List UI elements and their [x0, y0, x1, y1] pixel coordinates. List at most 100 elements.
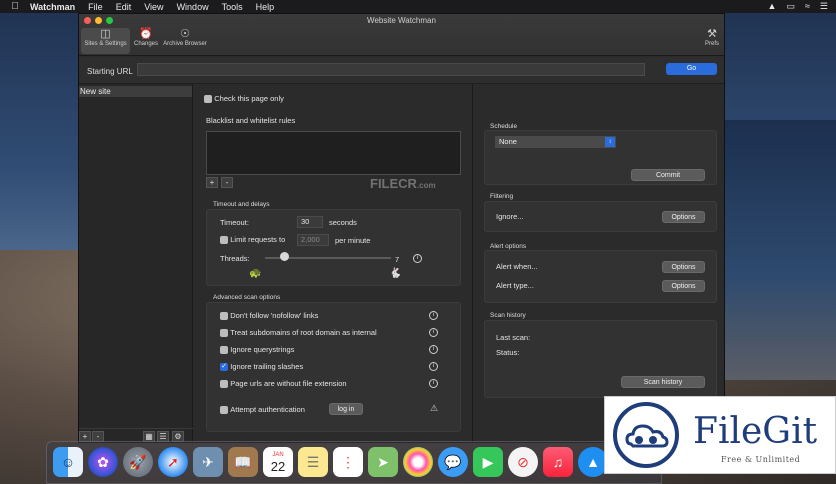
menu-tools[interactable]: Tools: [222, 2, 243, 12]
attempt-auth-row[interactable]: Attempt authentication: [220, 405, 305, 414]
rabbit-icon: 🐇: [389, 268, 402, 279]
menu-window[interactable]: Window: [177, 2, 209, 12]
toolbar-prefs[interactable]: ⚒ Prefs: [702, 28, 722, 54]
display-icon[interactable]: ▭: [786, 1, 795, 12]
option-info-icon[interactable]: i: [429, 311, 438, 320]
menu-file[interactable]: File: [88, 2, 103, 12]
advanced-group-title: Advanced scan options: [213, 294, 281, 301]
option-label: Ignore trailing slashes: [230, 362, 304, 371]
contacts-icon[interactable]: 📖: [228, 447, 258, 477]
maps-icon[interactable]: ➤: [368, 447, 398, 477]
title-bar: Website Watchman ◫ Sites & Settings ⏰ Ch…: [79, 14, 724, 56]
filtering-title: Filtering: [490, 193, 514, 200]
attempt-auth-label: Attempt authentication: [230, 405, 305, 414]
add-rule-button[interactable]: +: [206, 177, 218, 188]
schedule-select[interactable]: None ↕: [495, 136, 616, 148]
option-info-icon[interactable]: i: [429, 328, 438, 337]
option-label: Ignore querystrings: [230, 345, 295, 354]
limit-requests-label: Limit requests to: [230, 235, 286, 244]
site-list-sidebar: New site + - ▦ ☰ ⚙: [79, 84, 193, 442]
notes-icon[interactable]: ☰: [298, 447, 328, 477]
list-menu-icon[interactable]: ☰: [820, 1, 828, 12]
option-checkbox[interactable]: [220, 345, 228, 354]
alert-when-label: Alert when...: [496, 262, 538, 271]
option-checkbox[interactable]: [220, 311, 228, 320]
option-row[interactable]: Don't follow 'nofollow' links: [220, 311, 318, 320]
limit-requests-checkbox[interactable]: [220, 235, 228, 244]
toolbar-sites-settings-label: Sites & Settings: [84, 41, 127, 47]
check-page-only-label: Check this page only: [214, 94, 284, 103]
messages-icon[interactable]: 💬: [438, 447, 468, 477]
menu-app-name[interactable]: Watchman: [30, 2, 75, 12]
limit-requests-input[interactable]: 2,000: [297, 234, 329, 246]
calendar-icon[interactable]: JAN 22: [263, 447, 293, 477]
reminders-icon[interactable]: ⋮: [333, 447, 363, 477]
option-checkbox[interactable]: [220, 379, 228, 388]
siri-icon[interactable]: ✿: [88, 447, 118, 477]
music-icon[interactable]: ♫: [543, 447, 573, 477]
apple-menu-icon[interactable]: : [0, 1, 30, 12]
check-page-only-checkbox[interactable]: [204, 94, 212, 103]
threads-info-icon[interactable]: i: [413, 254, 422, 263]
scan-history-group: Last scan: Status: Scan history: [484, 320, 717, 398]
option-row[interactable]: Page urls are without file extension: [220, 379, 347, 388]
toolbar-changes[interactable]: ⏰ Changes: [131, 28, 161, 54]
desktop-background-right: [720, 120, 836, 380]
facetime-icon[interactable]: ▶: [473, 447, 503, 477]
alert-type-options-button[interactable]: Options: [662, 280, 705, 292]
cloud-icon: [625, 424, 669, 448]
filecr-watermark-text: FILECR: [370, 176, 417, 191]
option-info-icon[interactable]: i: [429, 362, 438, 371]
last-scan-label: Last scan:: [496, 333, 531, 342]
timeout-group: Timeout: 30 seconds Limit requests to 2,…: [206, 209, 461, 286]
option-info-icon[interactable]: i: [429, 345, 438, 354]
photos-icon[interactable]: ❀: [403, 447, 433, 477]
menu-bar:  Watchman File Edit View Window Tools H…: [0, 0, 836, 13]
alert-options-group: Alert when... Options Alert type... Opti…: [484, 250, 717, 303]
menu-edit[interactable]: Edit: [116, 2, 132, 12]
go-button[interactable]: Go: [666, 63, 717, 75]
launchpad-icon[interactable]: 🚀: [123, 447, 153, 477]
menu-view[interactable]: View: [144, 2, 163, 12]
news-icon[interactable]: ⊘: [508, 447, 538, 477]
safari-icon[interactable]: ➚: [158, 447, 188, 477]
rules-textarea[interactable]: [206, 131, 461, 175]
option-checkbox-checked[interactable]: ✓: [220, 362, 228, 371]
remove-rule-button[interactable]: -: [221, 177, 233, 188]
option-row[interactable]: Ignore querystrings: [220, 345, 294, 354]
scan-history-button[interactable]: Scan history: [621, 376, 705, 388]
limit-requests-row[interactable]: Limit requests to: [220, 235, 285, 244]
toolbar-sites-settings[interactable]: ◫ Sites & Settings: [81, 28, 130, 54]
toolbar-archive-browser-label: Archive Browser: [163, 41, 207, 47]
option-label: Don't follow 'nofollow' links: [230, 311, 319, 320]
alert-options-title: Alert options: [490, 243, 527, 250]
option-row[interactable]: ✓ Ignore trailing slashes: [220, 362, 303, 371]
timeout-input[interactable]: 30: [297, 216, 323, 228]
filtering-options-button[interactable]: Options: [662, 211, 705, 223]
window-title: Website Watchman: [367, 16, 436, 25]
login-button[interactable]: log in: [329, 403, 363, 415]
commit-button[interactable]: Commit: [631, 169, 705, 181]
check-page-only-row[interactable]: Check this page only: [204, 94, 284, 103]
toolbar-archive-browser[interactable]: ☉ Archive Browser: [162, 28, 208, 54]
threads-slider-knob[interactable]: [279, 252, 289, 261]
starting-url-input[interactable]: [137, 63, 645, 76]
schedule-group: None ↕ Commit: [484, 130, 717, 185]
alert-when-options-button[interactable]: Options: [662, 261, 705, 273]
option-info-icon[interactable]: i: [429, 379, 438, 388]
menu-help[interactable]: Help: [256, 2, 275, 12]
filecr-watermark-sub: .com: [416, 181, 436, 190]
site-list-item[interactable]: New site: [79, 86, 192, 97]
attempt-auth-checkbox[interactable]: [220, 405, 228, 414]
calendar-day: 22: [270, 459, 286, 474]
mail-bird-icon[interactable]: ✈: [193, 447, 223, 477]
option-row[interactable]: Treat subdomains of root domain as inter…: [220, 328, 377, 337]
upload-status-icon[interactable]: ▲: [768, 1, 777, 12]
filegit-tagline: Free & Unlimited: [721, 455, 801, 464]
app-window: Website Watchman ◫ Sites & Settings ⏰ Ch…: [78, 13, 725, 443]
wifi-icon[interactable]: ≈: [805, 1, 810, 12]
option-checkbox[interactable]: [220, 328, 228, 337]
finder-icon[interactable]: ☺: [53, 447, 83, 477]
schedule-title: Schedule: [490, 123, 518, 130]
alert-type-label: Alert type...: [496, 281, 534, 290]
